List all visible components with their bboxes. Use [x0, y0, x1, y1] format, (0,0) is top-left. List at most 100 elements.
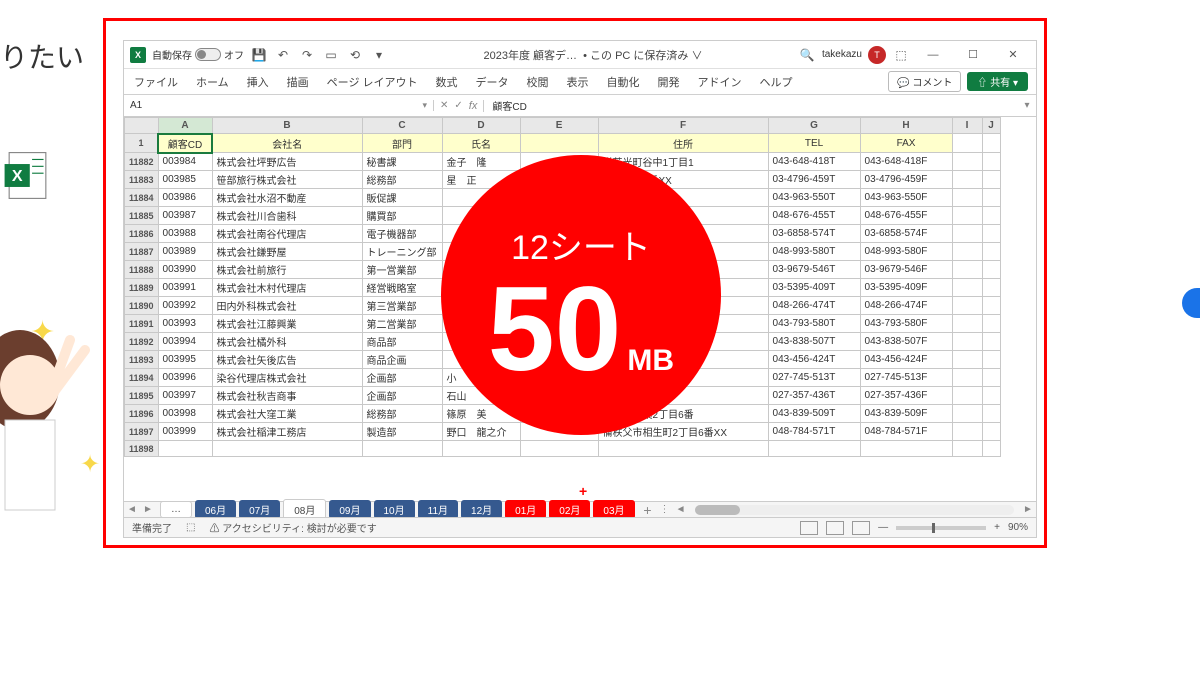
data-cell[interactable]: 048-676-455F	[860, 207, 952, 225]
data-cell[interactable]: 003991	[158, 279, 212, 297]
field-header-cell[interactable]: 部門	[362, 134, 442, 153]
data-cell[interactable]: 043-838-507T	[768, 333, 860, 351]
hscroll-right-icon[interactable]: ►	[1020, 504, 1036, 515]
data-cell[interactable]: 003994	[158, 333, 212, 351]
data-cell[interactable]: 株式会社川合歯科	[212, 207, 362, 225]
qat-icon-2[interactable]: ⟲	[346, 46, 364, 64]
search-icon[interactable]: 🔍	[798, 46, 816, 64]
row-header[interactable]: 11886	[125, 225, 159, 243]
row-header[interactable]: 11895	[125, 387, 159, 405]
data-cell[interactable]: 第三営業部	[362, 297, 442, 315]
row-header[interactable]: 11891	[125, 315, 159, 333]
data-cell[interactable]: 総務部	[362, 171, 442, 189]
data-cell[interactable]: 027-745-513T	[768, 369, 860, 387]
row-header[interactable]: 1	[125, 134, 159, 153]
tab-addins[interactable]: アドイン	[696, 70, 744, 94]
field-header-cell[interactable]: TEL	[768, 134, 860, 153]
data-cell[interactable]: 野口 龍之介	[442, 423, 520, 441]
tab-draw[interactable]: 描画	[285, 70, 311, 94]
tab-review[interactable]: 校閲	[525, 70, 551, 94]
data-cell[interactable]: 003984	[158, 153, 212, 171]
enter-formula-icon[interactable]: ✓	[454, 100, 462, 111]
fill-handle-icon[interactable]: +	[579, 483, 587, 499]
data-cell[interactable]: 第二営業部	[362, 315, 442, 333]
data-cell[interactable]: 043-793-580T	[768, 315, 860, 333]
data-cell[interactable]: 企画部	[362, 369, 442, 387]
row-header[interactable]: 11885	[125, 207, 159, 225]
data-cell[interactable]: 03-4796-459F	[860, 171, 952, 189]
data-cell[interactable]: 株式会社南谷代理店	[212, 225, 362, 243]
data-cell[interactable]: 048-266-474T	[768, 297, 860, 315]
data-cell[interactable]: 03-5395-409F	[860, 279, 952, 297]
sheet-tab[interactable]: …	[160, 501, 192, 518]
data-cell[interactable]	[520, 441, 598, 457]
data-cell[interactable]: 株式会社前旅行	[212, 261, 362, 279]
data-cell[interactable]: 製造部	[362, 423, 442, 441]
minimize-button[interactable]: —	[916, 45, 950, 65]
qat-overflow-icon[interactable]: ▾	[370, 46, 388, 64]
zoom-level[interactable]: 90%	[1008, 522, 1028, 533]
row-header[interactable]: 11887	[125, 243, 159, 261]
data-cell[interactable]: 043-838-507F	[860, 333, 952, 351]
data-cell[interactable]: 048-676-455T	[768, 207, 860, 225]
row-header[interactable]: 11888	[125, 261, 159, 279]
zoom-in-icon[interactable]: +	[994, 522, 1000, 533]
data-cell[interactable]: 027-357-436T	[768, 387, 860, 405]
data-cell[interactable]	[362, 441, 442, 457]
data-cell[interactable]: 電子機器部	[362, 225, 442, 243]
tab-home[interactable]: ホーム	[194, 70, 231, 94]
view-pagelayout-icon[interactable]	[826, 521, 844, 535]
data-cell[interactable]: 第一営業部	[362, 261, 442, 279]
row-header[interactable]: 11892	[125, 333, 159, 351]
tab-scroll-right-icon[interactable]: ►	[140, 504, 156, 515]
data-cell[interactable]: 003990	[158, 261, 212, 279]
data-cell[interactable]: 染谷代理店株式会社	[212, 369, 362, 387]
data-cell[interactable]: 田内外科株式会社	[212, 297, 362, 315]
toggle-icon[interactable]	[195, 48, 221, 61]
formula-input[interactable]: 顧客CD	[484, 98, 1018, 113]
data-cell[interactable]: 048-784-571T	[768, 423, 860, 441]
data-cell[interactable]: 003987	[158, 207, 212, 225]
data-cell[interactable]: 商品部	[362, 333, 442, 351]
field-header-cell[interactable]: 住所	[598, 134, 768, 153]
data-cell[interactable]: 027-745-513F	[860, 369, 952, 387]
data-cell[interactable]: 003995	[158, 351, 212, 369]
column-header[interactable]: E	[520, 118, 598, 134]
redo-icon[interactable]: ↷	[298, 46, 316, 64]
status-accessibility[interactable]: ⚠ アクセシビリティ: 検討が必要です	[209, 520, 376, 535]
row-header[interactable]: 11882	[125, 153, 159, 171]
data-cell[interactable]: 043-456-424T	[768, 351, 860, 369]
data-cell[interactable]: 秘書課	[362, 153, 442, 171]
data-cell[interactable]: 003989	[158, 243, 212, 261]
data-cell[interactable]: 03-4796-459T	[768, 171, 860, 189]
formula-expand-icon[interactable]: ▾	[1018, 100, 1036, 111]
row-header[interactable]: 11890	[125, 297, 159, 315]
data-cell[interactable]: 笹部旅行株式会社	[212, 171, 362, 189]
data-cell[interactable]: 048-784-571F	[860, 423, 952, 441]
column-header[interactable]: G	[768, 118, 860, 134]
side-bubble-icon[interactable]	[1182, 288, 1200, 318]
data-cell[interactable]: 03-9679-546F	[860, 261, 952, 279]
share-button[interactable]: ⇧ 共有 ▾	[967, 72, 1028, 91]
data-cell[interactable]: 株式会社大窪工業	[212, 405, 362, 423]
hscroll-left-icon[interactable]: ◄	[673, 504, 689, 515]
field-header-cell[interactable]	[520, 134, 598, 153]
data-cell[interactable]	[442, 441, 520, 457]
fx-icon[interactable]: fx	[469, 100, 478, 112]
data-cell[interactable]: 株式会社稲津工務店	[212, 423, 362, 441]
name-box[interactable]: A1▾	[124, 100, 434, 111]
tab-developer[interactable]: 開発	[656, 70, 682, 94]
data-cell[interactable]: 048-993-580F	[860, 243, 952, 261]
data-cell[interactable]: 043-839-509F	[860, 405, 952, 423]
data-cell[interactable]: 株式会社橘外科	[212, 333, 362, 351]
tab-help[interactable]: ヘルプ	[758, 70, 795, 94]
data-cell[interactable]: 企画部	[362, 387, 442, 405]
maximize-button[interactable]: ☐	[956, 45, 990, 65]
horizontal-scrollbar[interactable]	[695, 505, 1014, 515]
data-cell[interactable]: 043-648-418T	[768, 153, 860, 171]
tab-scroll-left-icon[interactable]: ◄	[124, 504, 140, 515]
field-header-cell[interactable]: 会社名	[212, 134, 362, 153]
new-sheet-button[interactable]: +	[639, 502, 657, 518]
data-cell[interactable]: 003998	[158, 405, 212, 423]
comments-button[interactable]: 💬 コメント	[888, 71, 961, 92]
